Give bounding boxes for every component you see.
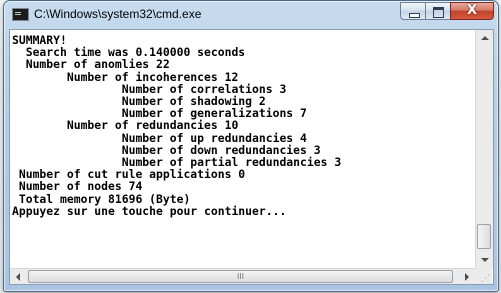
title-bar[interactable]: C:\Windows\system32\cmd.exe X bbox=[4, 1, 498, 29]
scroll-down-arrow-icon[interactable] bbox=[476, 251, 493, 268]
resize-grip-icon[interactable] bbox=[475, 268, 492, 284]
vertical-scroll-thumb[interactable] bbox=[477, 224, 491, 249]
console-line: Appuyez sur une touche pour continuer... bbox=[12, 203, 287, 218]
maximize-button[interactable] bbox=[425, 2, 451, 20]
scroll-up-arrow-icon[interactable] bbox=[476, 30, 493, 47]
minimize-icon bbox=[409, 13, 420, 18]
scroll-left-arrow-icon[interactable] bbox=[10, 269, 27, 284]
close-button[interactable]: X bbox=[450, 2, 494, 20]
cmd-console-icon[interactable] bbox=[12, 8, 29, 21]
close-icon: X bbox=[466, 3, 478, 18]
vertical-scrollbar[interactable] bbox=[475, 30, 493, 268]
horizontal-scroll-thumb[interactable]: III bbox=[28, 270, 453, 283]
console-output[interactable]: SUMMARY! Search time was 0.140000 second… bbox=[10, 30, 475, 268]
scroll-right-arrow-icon[interactable] bbox=[458, 269, 475, 284]
console-text: SUMMARY! Search time was 0.140000 second… bbox=[10, 30, 475, 217]
window-title: C:\Windows\system32\cmd.exe bbox=[34, 7, 202, 21]
console-client-area: SUMMARY! Search time was 0.140000 second… bbox=[9, 29, 494, 285]
minimize-button[interactable] bbox=[400, 2, 426, 20]
horizontal-scrollbar[interactable]: III bbox=[10, 268, 475, 284]
maximize-icon bbox=[433, 7, 444, 18]
cmd-window: C:\Windows\system32\cmd.exe X SUMMARY! S… bbox=[3, 0, 499, 292]
caption-buttons: X bbox=[400, 2, 496, 21]
scroll-grip-icon: III bbox=[236, 272, 245, 281]
